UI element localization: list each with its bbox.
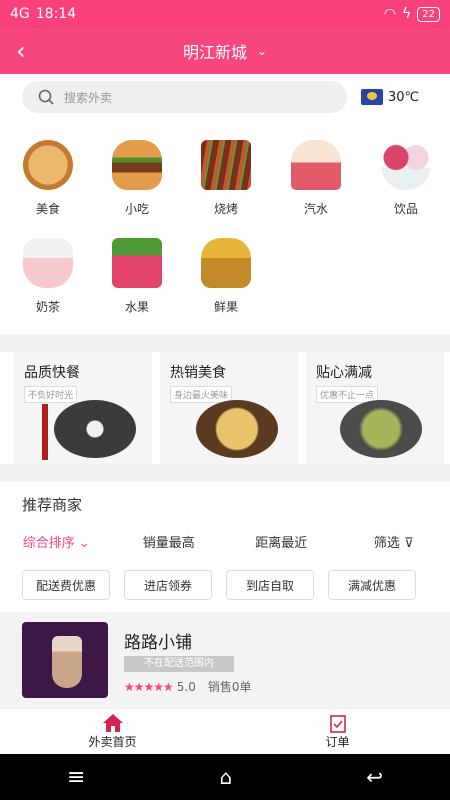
battery-level: 22	[417, 6, 440, 22]
category-meishi[interactable]: 美食	[16, 140, 80, 217]
sort-sales[interactable]: 销量最高	[113, 532, 226, 551]
filter-chip-pickup[interactable]: 到店自取	[226, 570, 314, 600]
back-nav-icon[interactable]: ↩	[366, 765, 383, 789]
filter-button[interactable]: 筛选 ⊽	[338, 532, 450, 551]
category-yinpin[interactable]: 饮品	[374, 140, 438, 217]
category-label: 奶茶	[35, 300, 60, 314]
filter-chip-discount[interactable]: 满减优惠	[328, 570, 416, 600]
rating-stars: ★★★★★	[124, 679, 174, 694]
tab-label: 外卖首页	[88, 735, 137, 749]
promo-card-kuaican[interactable]: 品质快餐 不负好时光	[14, 352, 152, 464]
category-label: 鲜果	[213, 300, 238, 314]
charging-icon: ϟ	[402, 6, 412, 22]
status-time: 18:14	[35, 6, 77, 22]
food-icon	[23, 140, 73, 190]
promo-title: 品质快餐	[24, 365, 80, 381]
promo-subtitle: 不负好时光	[24, 386, 78, 403]
chopsticks-image	[42, 404, 48, 460]
cupcake-icon	[291, 140, 341, 190]
ice-cream-icon	[381, 140, 431, 190]
weather-widget: 30℃	[361, 89, 419, 105]
search-row: 搜索外卖 30℃	[22, 80, 432, 114]
top-header: ‹ 明江新城 ⌄	[0, 28, 450, 74]
category-label: 小吃	[124, 202, 149, 216]
status-bar: 4G 18:14 ◠ ϟ 22	[0, 0, 450, 28]
promo-card-manjian[interactable]: 贴心满减 优惠不止一点	[306, 352, 444, 464]
tab-orders[interactable]: 订单	[225, 709, 450, 754]
shop-sales: 销售0单	[207, 680, 252, 694]
shop-thumbnail	[22, 622, 108, 698]
category-naicha[interactable]: 奶茶	[16, 238, 80, 315]
sushi-plate-image	[54, 400, 136, 458]
category-xianguo[interactable]: 鲜果	[194, 238, 258, 315]
fresh-fruit-icon	[201, 238, 251, 288]
milk-tea-icon	[23, 238, 73, 288]
system-nav-bar: ≡ ⌂ ↩	[0, 754, 450, 800]
bottom-tab-bar: 外卖首页 订单	[0, 708, 450, 754]
category-label: 美食	[35, 202, 60, 216]
back-icon[interactable]: ‹	[16, 37, 26, 65]
weather-icon	[361, 89, 383, 105]
category-label: 汽水	[303, 202, 328, 216]
category-xiaochi[interactable]: 小吃	[105, 140, 169, 217]
category-label: 饮品	[393, 202, 418, 216]
category-qishui[interactable]: 汽水	[284, 140, 348, 217]
sort-default[interactable]: 综合排序 ⌄	[0, 532, 113, 551]
category-label: 烧烤	[213, 202, 238, 216]
chevron-down-icon[interactable]: ⌄	[257, 44, 267, 58]
filter-chip-coupon[interactable]: 进店领券	[124, 570, 212, 600]
noodle-bowl-image	[196, 400, 278, 458]
filter-icon: ⊽	[404, 536, 414, 551]
section-title: 推荐商家	[22, 496, 83, 514]
tab-label: 订单	[325, 735, 350, 749]
promo-subtitle: 身边最火美味	[170, 386, 233, 403]
shop-rating: ★★★★★ 5.0 销售0单	[124, 678, 252, 695]
search-icon	[38, 89, 54, 105]
shop-name: 路路小铺	[124, 633, 192, 653]
category-shaokao[interactable]: 烧烤	[194, 140, 258, 217]
home-icon	[102, 714, 123, 732]
rating-score: 5.0	[176, 679, 196, 694]
fruit-basket-icon	[112, 238, 162, 288]
filter-chip-delivery-discount[interactable]: 配送费优惠	[22, 570, 110, 600]
weather-temp: 30℃	[388, 89, 420, 105]
promo-card-rexiao[interactable]: 热销美食 身边最火美味	[160, 352, 298, 464]
search-input[interactable]: 搜索外卖	[22, 81, 347, 113]
order-icon	[329, 715, 346, 733]
menu-icon[interactable]: ≡	[67, 765, 85, 790]
signal-indicator: 4G	[10, 6, 30, 22]
sort-distance[interactable]: 距离最近	[225, 532, 338, 551]
sort-bar: 综合排序 ⌄ 销量最高 距离最近 筛选 ⊽	[0, 532, 450, 551]
hotpot-image	[340, 400, 422, 458]
wifi-icon: ◠	[383, 6, 397, 22]
section-divider	[0, 334, 450, 352]
category-shuiguo[interactable]: 水果	[105, 238, 169, 315]
burger-icon	[112, 140, 162, 190]
shop-card[interactable]: 路路小铺 不在配送范围内 ★★★★★ 5.0 销售0单	[0, 612, 450, 708]
promo-title: 热销美食	[170, 365, 226, 381]
section-divider	[0, 464, 450, 482]
home-nav-icon[interactable]: ⌂	[219, 765, 232, 789]
location-title[interactable]: 明江新城	[183, 39, 247, 63]
promo-title: 贴心满减	[316, 365, 372, 381]
shop-status-badge: 不在配送范围内	[124, 656, 234, 672]
tab-home[interactable]: 外卖首页	[0, 709, 225, 754]
category-label: 水果	[124, 300, 149, 314]
filter-chips: 配送费优惠 进店领券 到店自取 满减优惠	[22, 570, 416, 600]
search-placeholder: 搜索外卖	[64, 90, 113, 105]
bbq-icon	[201, 140, 251, 190]
